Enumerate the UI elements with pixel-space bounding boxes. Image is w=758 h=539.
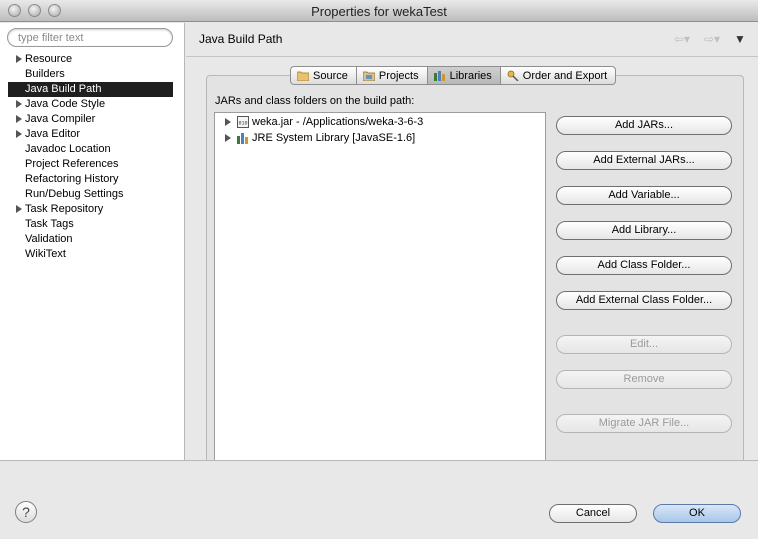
sidebar-item-label: Javadoc Location [25,143,111,155]
build-path-list[interactable]: 010 weka.jar - /Applications/weka-3-6-3 … [214,112,546,463]
migrate-jar-button[interactable]: Migrate JAR File... [556,414,732,433]
sidebar-item-label: Project References [25,158,119,170]
sidebar-item-resource[interactable]: Resource [0,52,185,67]
sidebar-item-java-build-path[interactable]: Java Build Path [8,82,173,97]
expand-triangle-icon[interactable] [16,100,22,108]
tab-label: Projects [378,69,419,82]
build-path-tabs: Source Projects Libraries Order and Expo… [290,66,617,85]
page-title: Java Build Path [199,32,283,46]
sidebar-item-label: Java Code Style [25,98,106,110]
back-arrow-icon[interactable]: ⇦▾ [674,32,690,46]
build-path-heading: JARs and class folders on the build path… [215,95,415,107]
preference-tree-pane: Resource Builders Java Build Path Java C… [0,23,185,460]
svg-text:010: 010 [238,121,247,127]
sidebar-item-label: Run/Debug Settings [25,188,124,200]
sidebar-item-label: Java Build Path [25,83,102,95]
add-variable-button[interactable]: Add Variable... [556,186,732,205]
sidebar-item-java-code-style[interactable]: Java Code Style [0,97,185,112]
jar-icon: 010 [237,116,249,128]
tab-label: Source [313,69,348,82]
sidebar-item-label: Validation [25,233,73,245]
sidebar-item-label: Java Editor [25,128,81,140]
dialog-button-bar [0,460,758,539]
sidebar-item-javadoc-location[interactable]: Javadoc Location [0,142,185,157]
sidebar-item-project-references[interactable]: Project References [0,157,185,172]
projects-icon [362,71,375,81]
sidebar-item-label: Refactoring History [25,173,119,185]
sidebar-item-builders[interactable]: Builders [0,67,185,82]
tab-label: Order and Export [522,69,608,82]
forward-arrow-icon[interactable]: ⇨▾ [704,32,720,46]
list-item-label: weka.jar - /Applications/weka-3-6-3 [252,116,424,128]
add-library-button[interactable]: Add Library... [556,221,732,240]
add-jars-button[interactable]: Add JARs... [556,116,732,135]
source-folder-icon [297,71,309,81]
sidebar-item-label: Builders [25,68,65,80]
sidebar-item-label: Resource [25,53,73,65]
view-menu-chevron-icon[interactable]: ▼ [734,32,746,46]
remove-button[interactable]: Remove [556,370,732,389]
expand-triangle-icon[interactable] [16,130,22,138]
page-header: Java Build Path ⇦▾ ⇨▾ ▼ [186,23,758,57]
expand-triangle-icon[interactable] [16,205,22,213]
sidebar-item-validation[interactable]: Validation [0,232,185,247]
sidebar-item-label: Task Tags [25,218,74,230]
window-titlebar: Properties for wekaTest [0,0,758,22]
tab-projects[interactable]: Projects [356,66,428,85]
edit-button[interactable]: Edit... [556,335,732,354]
cancel-button[interactable]: Cancel [549,504,637,523]
tab-order-and-export[interactable]: Order and Export [500,66,617,85]
sidebar-item-java-compiler[interactable]: Java Compiler [0,112,185,127]
sidebar-item-run-debug-settings[interactable]: Run/Debug Settings [0,187,185,202]
sidebar-item-java-editor[interactable]: Java Editor [0,127,185,142]
order-export-icon [507,70,519,81]
libraries-icon [433,71,445,81]
sidebar-item-task-tags[interactable]: Task Tags [0,217,185,232]
library-icon [237,133,248,144]
sidebar-item-refactoring-history[interactable]: Refactoring History [0,172,185,187]
expand-triangle-icon[interactable] [16,115,22,123]
sidebar-item-label: WikiText [25,248,66,260]
ok-button[interactable]: OK [653,504,741,523]
window-title: Properties for wekaTest [311,4,447,19]
add-external-class-folder-button[interactable]: Add External Class Folder... [556,291,732,310]
expand-triangle-icon[interactable] [225,118,231,126]
sidebar-item-wikitext[interactable]: WikiText [0,247,185,262]
expand-triangle-icon[interactable] [225,134,231,142]
tab-libraries[interactable]: Libraries [427,66,501,85]
list-item-label: JRE System Library [JavaSE-1.6] [252,132,416,144]
help-button[interactable]: ? [15,501,37,523]
expand-triangle-icon[interactable] [16,55,22,63]
filter-input[interactable] [7,28,173,47]
add-class-folder-button[interactable]: Add Class Folder... [556,256,732,275]
sidebar-item-label: Task Repository [25,203,104,215]
sidebar-item-label: Java Compiler [25,113,96,125]
tab-source[interactable]: Source [290,66,357,85]
sidebar-item-task-repository[interactable]: Task Repository [0,202,185,217]
add-external-jars-button[interactable]: Add External JARs... [556,151,732,170]
tab-label: Libraries [449,69,492,82]
